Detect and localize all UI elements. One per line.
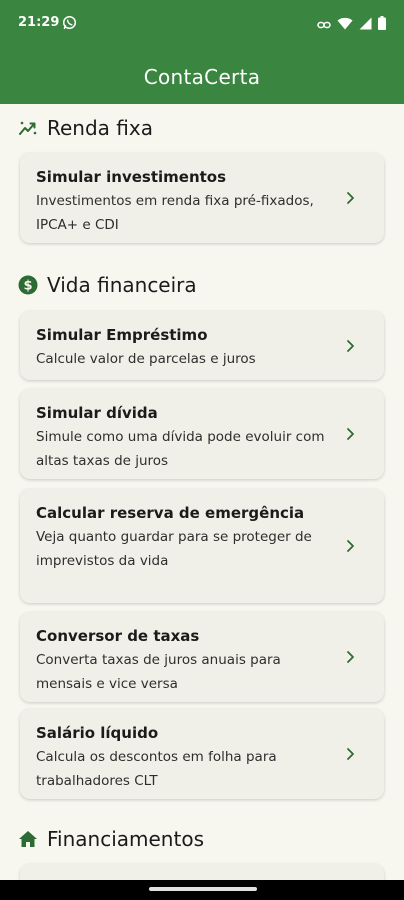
card-conversor-de-taxas[interactable]: Conversor de taxas Converta taxas de jur…	[20, 612, 384, 702]
svg-text:$: $	[23, 279, 32, 294]
card-calcular-reserva-emergencia[interactable]: Calcular reserva de emergência Veja quan…	[20, 489, 384, 603]
card-description: Simule como uma dívida pode evoluir com …	[36, 429, 325, 469]
section-title: Renda fixa	[47, 116, 153, 140]
card-description: Investimentos em renda fixa pré-fixados,…	[36, 193, 314, 233]
card-description: Converta taxas de juros anuais para mens…	[36, 652, 281, 692]
status-bar: 21:29	[0, 0, 404, 50]
card-title: Conversor de taxas	[36, 627, 200, 645]
chevron-right-icon	[342, 426, 358, 442]
status-time: 21:29	[18, 15, 60, 30]
chevron-right-icon	[342, 538, 358, 554]
link-icon	[317, 15, 331, 34]
status-icons	[317, 15, 386, 34]
section-title: Financiamentos	[47, 827, 204, 851]
signal-icon	[359, 15, 372, 34]
navigation-bar	[0, 880, 404, 900]
card-title: Salário líquido	[36, 724, 159, 742]
chevron-right-icon	[342, 649, 358, 665]
content[interactable]: Renda fixa Simular investimentos Investi…	[0, 104, 404, 880]
wifi-icon	[337, 15, 353, 34]
battery-icon	[378, 15, 386, 34]
whatsapp-icon	[62, 15, 77, 34]
card-title: Simular dívida	[36, 404, 158, 422]
card-simular-divida[interactable]: Simular dívida Simule como uma dívida po…	[20, 389, 384, 479]
home-icon	[18, 829, 38, 849]
gesture-handle[interactable]	[149, 887, 257, 891]
card-description: Calcule valor de parcelas e juros	[36, 351, 256, 367]
card-title: Simular investimentos	[36, 168, 227, 186]
card-title: Simular Empréstimo	[36, 326, 208, 344]
dollar-circle-icon: $	[18, 275, 38, 295]
trending-up-icon	[18, 118, 38, 138]
card-salario-liquido[interactable]: Salário líquido Calcula os descontos em …	[20, 709, 384, 799]
chevron-right-icon	[342, 746, 358, 762]
card-simular-emprestimo[interactable]: Simular Empréstimo Calcule valor de parc…	[20, 311, 384, 380]
section-header-vida-financeira: $ Vida financeira	[18, 273, 197, 297]
card-description: Veja quanto guardar para se proteger de …	[36, 529, 312, 569]
app-bar: ContaCerta	[0, 50, 404, 104]
app-title: ContaCerta	[143, 65, 261, 89]
section-title: Vida financeira	[47, 273, 197, 297]
card-title: Calcular reserva de emergência	[36, 504, 305, 522]
chevron-right-icon	[342, 338, 358, 354]
card-description: Calcula os descontos em folha para traba…	[36, 749, 277, 789]
card-partial[interactable]	[20, 864, 384, 880]
chevron-right-icon	[342, 190, 358, 206]
card-simular-investimentos[interactable]: Simular investimentos Investimentos em r…	[20, 153, 384, 243]
section-header-renda-fixa: Renda fixa	[18, 116, 153, 140]
section-header-financiamentos: Financiamentos	[18, 827, 204, 851]
